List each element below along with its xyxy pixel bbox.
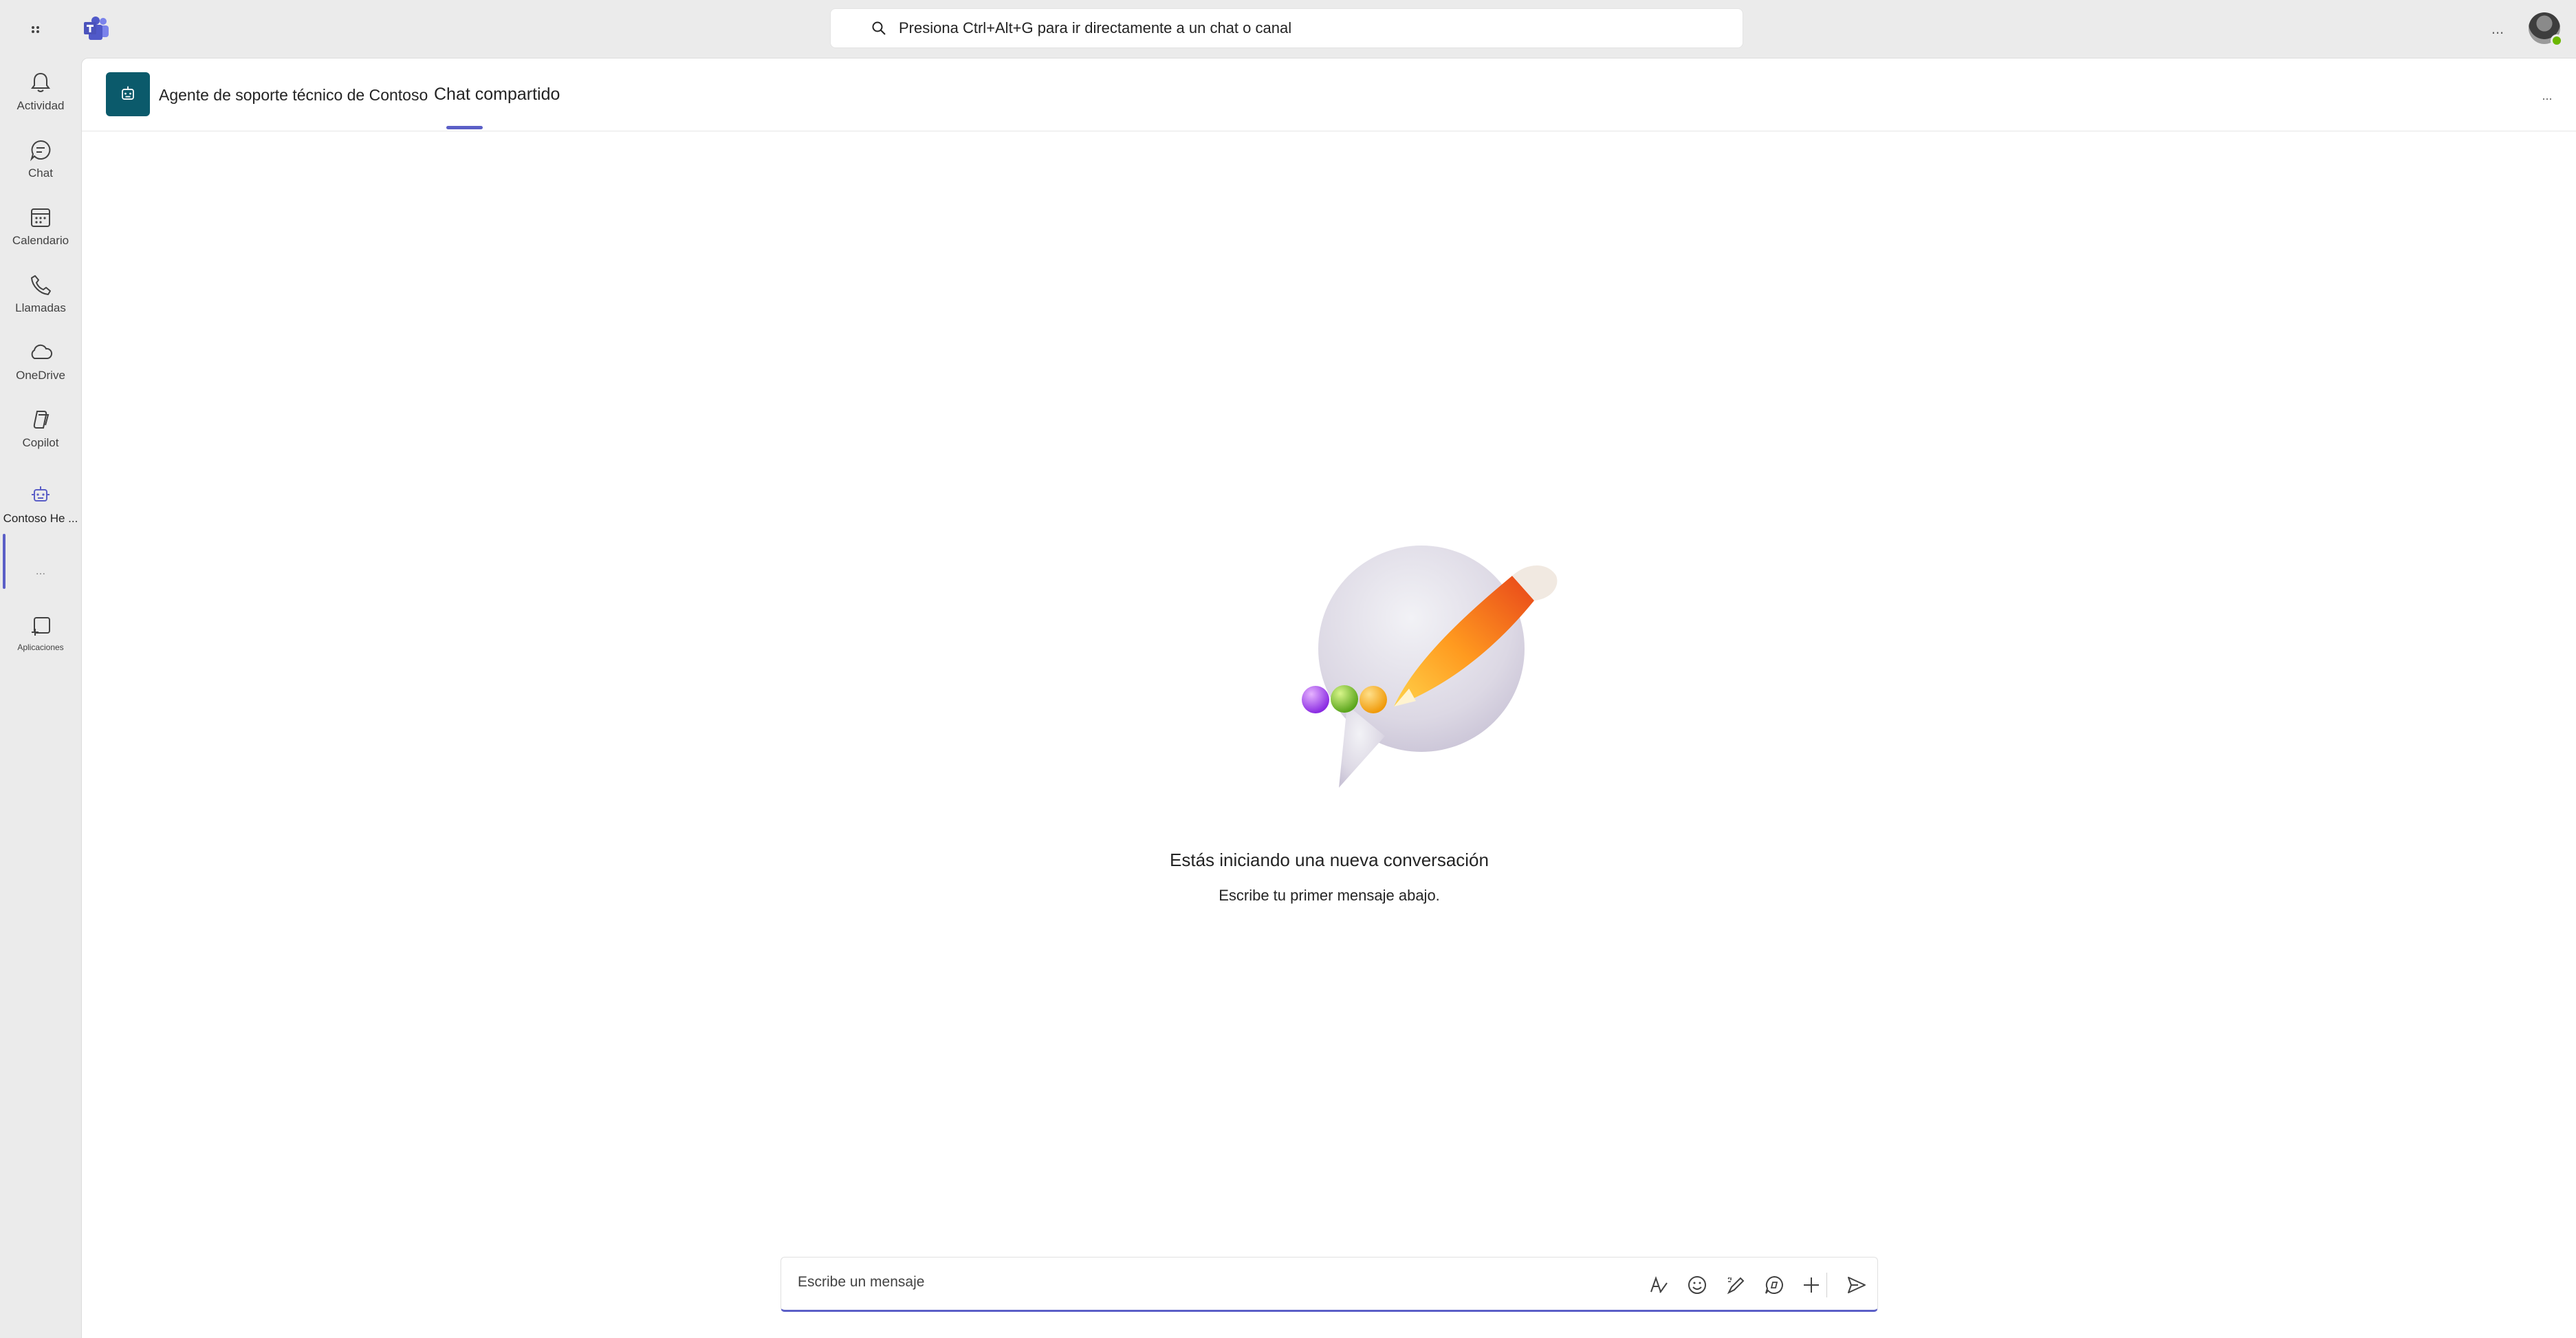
bot-icon [27, 482, 54, 509]
teams-logo-icon [83, 15, 110, 43]
rail-label: Aplicaciones [17, 643, 64, 652]
bot-name: Agente de soporte técnico de Contoso [159, 86, 428, 104]
empty-state-subtitle: Escribe tu primer mensaje abajo. [1219, 887, 1440, 904]
more-icon: ... [35, 564, 46, 577]
rail-item-calls[interactable]: Llamadas [0, 267, 81, 329]
search-input[interactable]: Presiona Ctrl+Alt+G para ir directamente… [899, 19, 1291, 37]
search-icon [867, 17, 891, 40]
copilot-icon [27, 406, 54, 433]
rail-item-chat[interactable]: Chat [0, 132, 81, 194]
rail-label: Chat [28, 166, 53, 180]
rail-item-contoso-helpdesk[interactable]: Contoso He ... [0, 477, 81, 539]
loop-icon[interactable] [1722, 1271, 1749, 1299]
rail-label: OneDrive [16, 369, 65, 382]
avatar[interactable] [2529, 12, 2563, 47]
app-launcher-icon[interactable] [26, 18, 50, 41]
main-panel: Agente de soporte técnico de Contoso Cha… [81, 58, 2576, 1338]
message-composer[interactable]: Escribe un mensaje [781, 1257, 1878, 1312]
tab-active-underline [446, 126, 483, 129]
app-rail: Actividad Chat Calendario Llamadas OneDr [0, 58, 81, 1338]
rail-label: Contoso He ... [3, 512, 78, 525]
chat-icon [27, 136, 54, 164]
presence-badge [2551, 34, 2563, 47]
copilot-chat-icon[interactable] [1760, 1271, 1788, 1299]
add-app-icon [27, 612, 54, 640]
plus-icon[interactable] [1798, 1271, 1825, 1299]
chat-header: Agente de soporte técnico de Contoso Cha… [82, 58, 2576, 131]
send-icon[interactable] [1843, 1271, 1870, 1299]
rail-label: Copilot [22, 436, 59, 449]
rail-label: Calendario [12, 234, 69, 247]
message-input[interactable]: Escribe un mensaje [798, 1274, 924, 1291]
header-more-icon[interactable]: ... [2535, 87, 2559, 104]
bot-avatar [106, 72, 150, 116]
rail-item-more[interactable]: ... [0, 550, 81, 612]
empty-state-title: Estás iniciando una nueva conversación [1170, 850, 1489, 870]
search-bar[interactable]: Presiona Ctrl+Alt+G para ir directamente… [830, 8, 1743, 48]
format-icon[interactable] [1645, 1271, 1672, 1299]
rail-item-copilot[interactable]: Copilot [0, 402, 81, 464]
bell-icon [27, 69, 54, 96]
calendar-icon [27, 204, 54, 231]
settings-more-icon[interactable]: ... [2484, 15, 2511, 43]
teams-app: Presiona Ctrl+Alt+G para ir directamente… [0, 0, 2576, 1338]
rail-item-apps[interactable]: Aplicaciones [0, 608, 81, 670]
rail-label: Llamadas [15, 301, 66, 314]
phone-icon [27, 271, 54, 299]
rail-item-activity[interactable]: Actividad [0, 65, 81, 127]
rail-item-onedrive[interactable]: OneDrive [0, 334, 81, 396]
rail-label: Actividad [17, 99, 65, 112]
top-bar: Presiona Ctrl+Alt+G para ir directamente… [0, 0, 2576, 58]
new-conversation-illustration [1210, 499, 1595, 801]
emoji-icon[interactable] [1683, 1271, 1711, 1299]
composer-divider [1826, 1273, 1827, 1297]
tab-shared-chat[interactable]: Chat compartido [434, 85, 560, 105]
rail-item-calendar[interactable]: Calendario [0, 199, 81, 261]
cloud-icon [27, 338, 54, 366]
